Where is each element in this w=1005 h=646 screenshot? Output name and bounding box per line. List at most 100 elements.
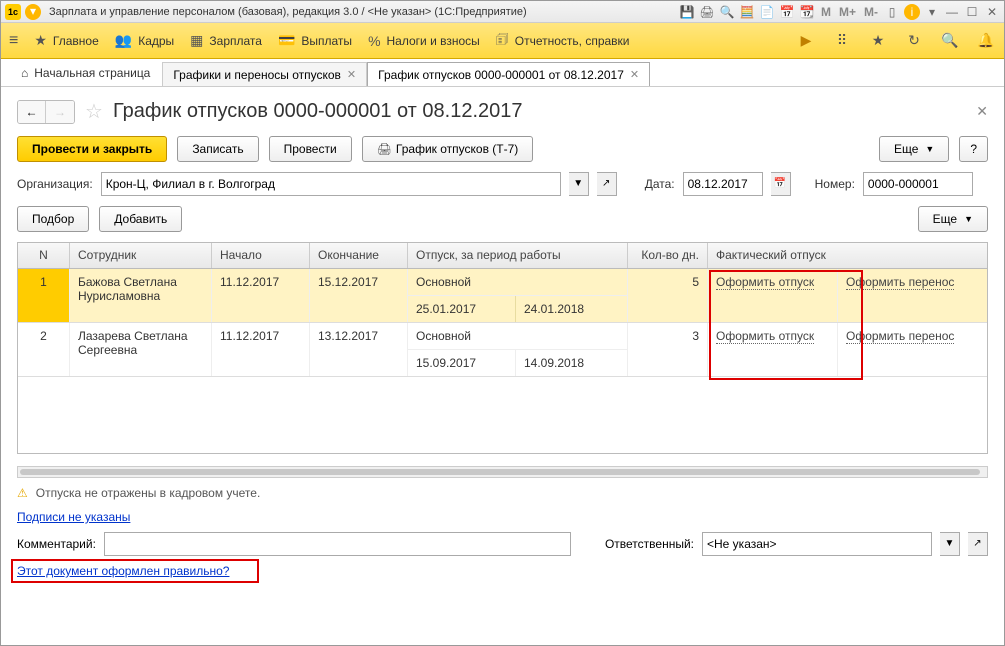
date-input[interactable] — [688, 173, 758, 195]
cell-employee: Лазарева Светлана Сергеевна — [70, 323, 212, 376]
print-icon[interactable]: 🖨 — [699, 4, 715, 20]
post-button[interactable]: Провести — [269, 136, 352, 162]
memory-m[interactable]: M — [819, 5, 833, 19]
cell-action1: Оформить отпуск — [708, 323, 838, 376]
favorites-icon[interactable]: ★ — [868, 32, 888, 49]
col-start[interactable]: Начало — [212, 243, 310, 268]
col-vacation[interactable]: Отпуск, за период работы — [408, 243, 628, 268]
app-dropdown-icon[interactable]: ▾ — [25, 4, 41, 20]
window-title: Зарплата и управление персоналом (базова… — [45, 6, 675, 18]
tab-schedules[interactable]: Графики и переносы отпусков ✕ — [162, 62, 367, 86]
cell-vacation: Основной 25.01.2017 24.01.2018 — [408, 269, 628, 322]
org-dropdown-icon[interactable]: ▼ — [569, 172, 589, 196]
tab-home[interactable]: ⌂ Начальная страница — [9, 59, 162, 86]
make-vacation-link[interactable]: Оформить отпуск — [716, 329, 814, 344]
memory-mminus[interactable]: M- — [862, 5, 880, 19]
tab-document-label: График отпусков 0000-000001 от 08.12.201… — [378, 68, 624, 82]
print-t7-button[interactable]: 🖨График отпусков (Т-7) — [362, 136, 534, 162]
comment-input[interactable] — [109, 533, 566, 555]
nav-reports[interactable]: 🗊Отчетность, справки — [496, 29, 630, 53]
cell-action2: Оформить перенос — [838, 269, 987, 322]
org-input[interactable] — [106, 173, 556, 195]
horizontal-scrollbar[interactable] — [17, 466, 988, 478]
compare-icon[interactable]: 🔍 — [719, 4, 735, 20]
tab-close-icon[interactable]: ✕ — [347, 68, 356, 81]
more-button[interactable]: Еще▼ — [879, 136, 949, 162]
date-label: Дата: — [645, 177, 675, 191]
org-input-wrap — [101, 172, 561, 196]
nav-forward-button[interactable]: → — [46, 101, 74, 123]
table-row[interactable]: 2 Лазарева Светлана Сергеевна 11.12.2017… — [18, 323, 987, 377]
post-and-close-button[interactable]: Провести и закрыть — [17, 136, 167, 162]
nav-salary[interactable]: ▦Зарплата — [190, 32, 262, 49]
tab-home-label: Начальная страница — [34, 66, 150, 80]
calendar-icon[interactable]: 📅 — [779, 4, 795, 20]
make-transfer-link[interactable]: Оформить перенос — [846, 329, 954, 344]
warning-row: ⚠ Отпуска не отражены в кадровом учете. — [1, 482, 1004, 504]
nav-hr-label: Кадры — [138, 34, 174, 48]
bell-icon[interactable]: 🔔 — [976, 32, 996, 49]
nav-salary-label: Зарплата — [209, 34, 262, 48]
num-input[interactable] — [868, 173, 968, 195]
col-days[interactable]: Кол-во дн. — [628, 243, 708, 268]
favorite-star-icon[interactable]: ☆ — [85, 99, 103, 124]
memory-mplus[interactable]: M+ — [837, 5, 858, 19]
responsible-dropdown-icon[interactable]: ▼ — [940, 532, 960, 556]
info-dd-icon[interactable]: ▾ — [924, 4, 940, 20]
cell-n: 2 — [18, 323, 70, 376]
col-employee[interactable]: Сотрудник — [70, 243, 212, 268]
date-icon[interactable]: 📆 — [799, 4, 815, 20]
close-window-icon[interactable]: ✕ — [984, 4, 1000, 20]
make-transfer-link[interactable]: Оформить перенос — [846, 275, 954, 290]
col-end[interactable]: Окончание — [310, 243, 408, 268]
main-toolbar: ≡ ★Главное 👥 Кадры ▦Зарплата 💳Выплаты %На… — [1, 23, 1004, 59]
nav-hr[interactable]: 👥 Кадры — [115, 32, 174, 49]
more-label: Еще — [894, 142, 918, 156]
responsible-open-icon[interactable]: ↗ — [968, 532, 988, 556]
calc-icon[interactable]: 🧮 — [739, 4, 755, 20]
search-icon[interactable]: 🔍 — [940, 32, 960, 49]
cell-period: 15.09.2017 14.09.2018 — [408, 349, 627, 376]
info-icon[interactable]: i — [904, 4, 920, 20]
save-button[interactable]: Записать — [177, 136, 258, 162]
scrollbar-thumb[interactable] — [20, 469, 980, 475]
save-icon[interactable]: 💾 — [679, 4, 695, 20]
tab-document[interactable]: График отпусков 0000-000001 от 08.12.201… — [367, 62, 650, 86]
table-more-button[interactable]: Еще▼ — [918, 206, 988, 232]
toolbar-arrow-icon[interactable]: ▶ — [796, 32, 816, 49]
apps-icon[interactable]: ⠿ — [832, 32, 852, 49]
responsible-input[interactable] — [707, 533, 927, 555]
comment-row: Комментарий: Ответственный: ▼ ↗ — [17, 532, 988, 556]
date-picker-icon[interactable]: 📅 — [771, 172, 791, 196]
window-titlebar: 1c ▾ Зарплата и управление персоналом (б… — [1, 1, 1004, 23]
close-page-icon[interactable]: ✕ — [976, 103, 988, 120]
table-row[interactable]: 1 Бажова Светлана Нурисламовна 11.12.201… — [18, 269, 987, 323]
doc-check-link[interactable]: Этот документ оформлен правильно? — [17, 564, 229, 578]
cell-vac-type: Основной — [408, 269, 627, 295]
help-button[interactable]: ? — [959, 136, 988, 162]
sheet-icon[interactable]: 📄 — [759, 4, 775, 20]
nav-taxes[interactable]: %Налоги и взносы — [368, 33, 480, 49]
col-n[interactable]: N — [18, 243, 70, 268]
tab-close-icon[interactable]: ✕ — [630, 68, 639, 81]
org-open-icon[interactable]: ↗ — [597, 172, 617, 196]
minimize-icon[interactable]: — — [944, 4, 960, 20]
maximize-icon[interactable]: ☐ — [964, 4, 980, 20]
home-icon: ⌂ — [21, 66, 28, 80]
make-vacation-link[interactable]: Оформить отпуск — [716, 275, 814, 290]
add-button[interactable]: Добавить — [99, 206, 182, 232]
signatures-link[interactable]: Подписи не указаны — [17, 510, 130, 524]
nav-back-button[interactable]: ← — [18, 101, 46, 123]
nav-payments[interactable]: 💳Выплаты — [278, 32, 352, 49]
nav-main[interactable]: ★Главное — [34, 32, 98, 49]
pick-button[interactable]: Подбор — [17, 206, 89, 232]
comment-input-wrap — [104, 532, 571, 556]
cell-period-from: 25.01.2017 — [408, 296, 516, 322]
menu-icon[interactable]: ≡ — [9, 32, 18, 50]
history-icon[interactable]: ↻ — [904, 32, 924, 49]
nav-taxes-label: Налоги и взносы — [387, 34, 480, 48]
col-factual[interactable]: Фактический отпуск — [708, 243, 987, 268]
panel-icon[interactable]: ▯ — [884, 4, 900, 20]
people-icon: 👥 — [115, 32, 132, 49]
print-t7-label: График отпусков (Т-7) — [396, 142, 518, 156]
